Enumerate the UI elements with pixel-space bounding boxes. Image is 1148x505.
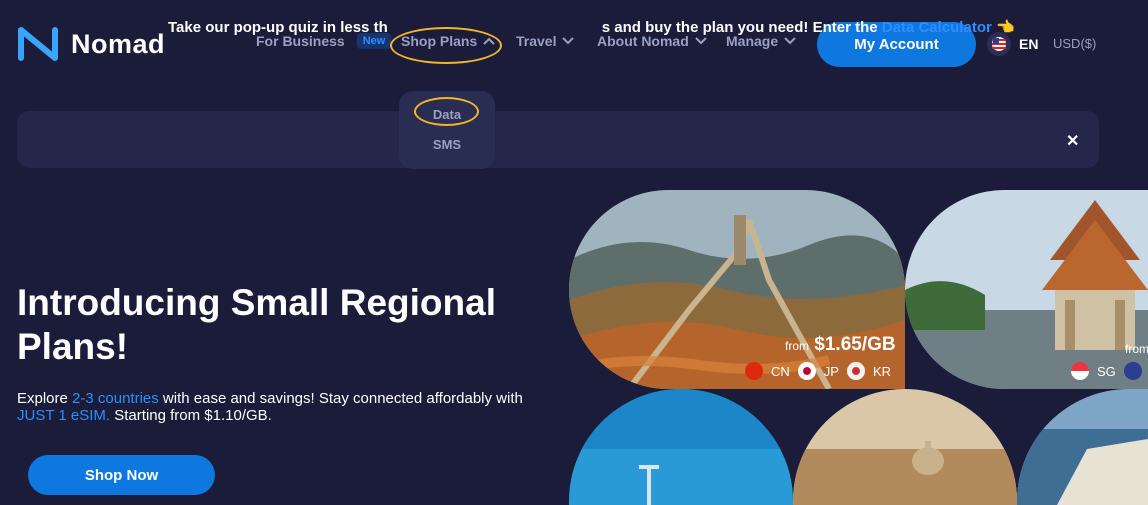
country-code-cn: CN [771, 363, 790, 379]
hero-sub-mid: with ease and savings! Stay connected af… [158, 390, 523, 407]
card-2-price: from [1125, 340, 1148, 358]
plan-card-sky-tower[interactable] [569, 389, 793, 505]
banner-text-start: Take our pop-up quiz in less th [168, 19, 388, 36]
currency-selector[interactable]: USD($) [1053, 36, 1096, 51]
korea-flag-icon [846, 362, 865, 380]
nomad-logo-icon [18, 27, 58, 61]
thai-temple-image [905, 190, 1148, 389]
coast-image [1017, 389, 1148, 505]
banner-text: Take our pop-up quiz in less th s and buy… [168, 18, 1015, 36]
great-wall-image [569, 190, 905, 389]
chevron-down-icon [695, 37, 707, 45]
chevron-down-icon [562, 37, 575, 45]
card-2-price-from: from [1125, 342, 1148, 356]
hero-sub-link-countries: 2-3 countries [72, 390, 159, 407]
chevron-down-icon [784, 37, 796, 45]
site-header: Nomad For Business New Shop Plans Travel… [0, 0, 1148, 90]
card-2-countries: SG [1071, 362, 1142, 380]
data-calculator-link[interactable]: Data Calculator [882, 19, 992, 36]
hero-subtitle: Explore 2-3 countries with ease and savi… [17, 390, 537, 424]
highlight-ring-data [414, 97, 479, 126]
hero-sub-post: Starting from $1.10/GB. [110, 407, 272, 424]
plan-card-great-wall[interactable]: from $1.65/GB CN JP KR [569, 190, 905, 389]
plan-card-city-dome[interactable] [793, 389, 1017, 505]
plan-card-coast[interactable] [1017, 389, 1148, 505]
hero-sub-link-esim: JUST 1 eSIM. [17, 407, 111, 424]
card-1-price: from $1.65/GB [785, 334, 896, 356]
city-dome-image [793, 389, 1017, 505]
hero-sub-pre: Explore [17, 390, 73, 407]
card-1-price-value: $1.65/GB [814, 334, 896, 355]
country-code-kr: KR [872, 363, 892, 379]
hero-title: Introducing Small Regional Plans! [17, 282, 496, 367]
language-code: EN [1019, 36, 1039, 52]
shop-now-button[interactable]: Shop Now [28, 455, 215, 495]
card-1-countries: CN JP KR [745, 362, 891, 380]
japan-flag-icon [797, 362, 816, 380]
quiz-banner [17, 111, 1099, 168]
sky-tower-image [569, 389, 793, 505]
country-code-sg: SG [1097, 363, 1116, 379]
close-icon[interactable]: ✕ [1066, 131, 1079, 151]
pointing-hand-icon: 👈 [996, 19, 1015, 36]
dropdown-item-sms[interactable]: SMS [399, 137, 495, 152]
china-flag-icon [745, 362, 763, 380]
nomad-logo[interactable]: Nomad [17, 26, 165, 62]
card-1-price-from: from [785, 339, 809, 353]
banner-text-end: s and buy the plan you need! Enter the [601, 19, 882, 36]
plan-card-thai-temple[interactable]: from SG [905, 190, 1148, 389]
singapore-flag-icon [1071, 362, 1089, 380]
us-flag-icon [1123, 362, 1142, 380]
country-code-jp: JP [823, 363, 839, 379]
brand-name: Nomad [71, 28, 166, 59]
